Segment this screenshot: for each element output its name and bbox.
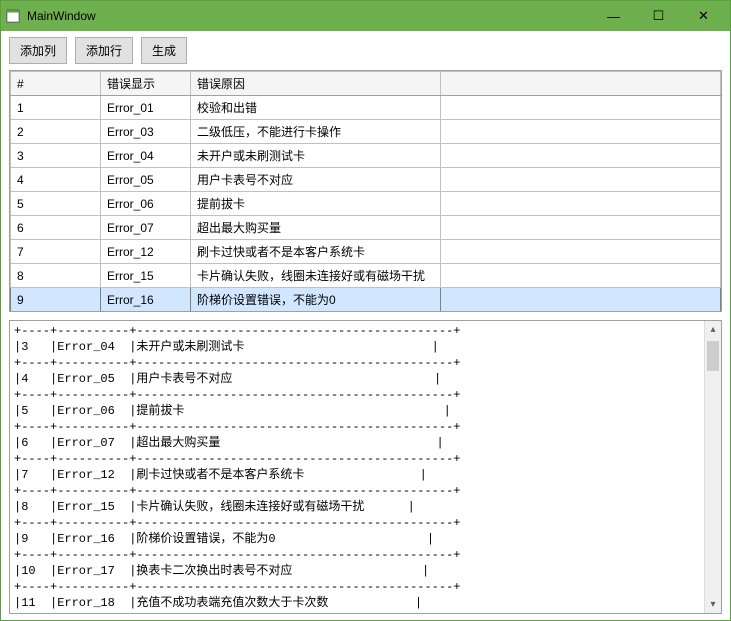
cell-extra[interactable]: [441, 120, 721, 144]
scroll-thumb[interactable]: [707, 341, 719, 371]
minimize-icon: —: [607, 9, 620, 24]
col-header-reason[interactable]: 错误原因: [191, 72, 441, 96]
table-row[interactable]: 10Error_17换表卡二次换出时表号不对应: [11, 312, 721, 313]
cell-extra[interactable]: [441, 144, 721, 168]
table-row[interactable]: 7Error_12刷卡过快或者不是本客户系统卡: [11, 240, 721, 264]
cell-extra[interactable]: [441, 312, 721, 313]
cell-index[interactable]: 10: [11, 312, 101, 313]
table-row[interactable]: 4Error_05用户卡表号不对应: [11, 168, 721, 192]
table-container[interactable]: # 错误显示 错误原因 1Error_01校验和出错2Error_03二级低压，…: [9, 70, 722, 312]
table-row[interactable]: 1Error_01校验和出错: [11, 96, 721, 120]
cell-msg[interactable]: 超出最大购买量: [191, 216, 441, 240]
close-icon: ✕: [698, 8, 709, 24]
maximize-button[interactable]: ☐: [636, 2, 681, 30]
close-button[interactable]: ✕: [681, 2, 726, 30]
cell-index[interactable]: 9: [11, 288, 101, 312]
output-text[interactable]: +----+----------+-----------------------…: [10, 321, 704, 613]
cell-index[interactable]: 2: [11, 120, 101, 144]
cell-extra[interactable]: [441, 264, 721, 288]
cell-msg[interactable]: 刷卡过快或者不是本客户系统卡: [191, 240, 441, 264]
titlebar[interactable]: MainWindow — ☐ ✕: [1, 1, 730, 31]
cell-code[interactable]: Error_06: [101, 192, 191, 216]
window-title: MainWindow: [27, 9, 411, 23]
table-row[interactable]: 6Error_07超出最大购买量: [11, 216, 721, 240]
cell-msg[interactable]: 用户卡表号不对应: [191, 168, 441, 192]
cell-extra[interactable]: [441, 96, 721, 120]
table-header-row: # 错误显示 错误原因: [11, 72, 721, 96]
cell-index[interactable]: 8: [11, 264, 101, 288]
cell-msg[interactable]: 卡片确认失败，线圈未连接好或有磁场干扰: [191, 264, 441, 288]
minimize-button[interactable]: —: [591, 2, 636, 30]
table-row[interactable]: 8Error_15卡片确认失败，线圈未连接好或有磁场干扰: [11, 264, 721, 288]
table-row[interactable]: 9Error_16阶梯价设置错误，不能为0: [11, 288, 721, 312]
col-header-extra[interactable]: [441, 72, 721, 96]
cell-code[interactable]: Error_03: [101, 120, 191, 144]
scroll-down-arrow[interactable]: ▾: [705, 596, 721, 613]
cell-msg[interactable]: 换表卡二次换出时表号不对应: [191, 312, 441, 313]
cell-code[interactable]: Error_17: [101, 312, 191, 313]
output-container: +----+----------+-----------------------…: [9, 320, 722, 614]
cell-code[interactable]: Error_16: [101, 288, 191, 312]
cell-code[interactable]: Error_01: [101, 96, 191, 120]
toolbar: 添加列 添加行 生成: [1, 31, 730, 70]
add-row-button[interactable]: 添加行: [75, 37, 133, 64]
cell-index[interactable]: 6: [11, 216, 101, 240]
cell-extra[interactable]: [441, 192, 721, 216]
main-window: MainWindow — ☐ ✕ 添加列 添加行 生成 #: [0, 0, 731, 621]
cell-extra[interactable]: [441, 216, 721, 240]
maximize-icon: ☐: [653, 8, 665, 24]
cell-index[interactable]: 5: [11, 192, 101, 216]
cell-msg[interactable]: 二级低压，不能进行卡操作: [191, 120, 441, 144]
cell-index[interactable]: 1: [11, 96, 101, 120]
cell-index[interactable]: 3: [11, 144, 101, 168]
scroll-up-arrow[interactable]: ▴: [705, 321, 721, 338]
cell-index[interactable]: 4: [11, 168, 101, 192]
content-area: # 错误显示 错误原因 1Error_01校验和出错2Error_03二级低压，…: [1, 70, 730, 620]
table-row[interactable]: 5Error_06提前拔卡: [11, 192, 721, 216]
col-header-index[interactable]: #: [11, 72, 101, 96]
table-row[interactable]: 3Error_04未开户或未刷测试卡: [11, 144, 721, 168]
output-scrollbar[interactable]: ▴ ▾: [704, 321, 721, 613]
cell-extra[interactable]: [441, 168, 721, 192]
cell-code[interactable]: Error_15: [101, 264, 191, 288]
titlebar-buttons: — ☐ ✕: [411, 2, 726, 30]
cell-code[interactable]: Error_05: [101, 168, 191, 192]
cell-msg[interactable]: 未开户或未刷测试卡: [191, 144, 441, 168]
add-column-button[interactable]: 添加列: [9, 37, 67, 64]
cell-code[interactable]: Error_04: [101, 144, 191, 168]
generate-button[interactable]: 生成: [141, 37, 187, 64]
cell-extra[interactable]: [441, 288, 721, 312]
table-row[interactable]: 2Error_03二级低压，不能进行卡操作: [11, 120, 721, 144]
cell-msg[interactable]: 校验和出错: [191, 96, 441, 120]
cell-index[interactable]: 7: [11, 240, 101, 264]
cell-msg[interactable]: 阶梯价设置错误，不能为0: [191, 288, 441, 312]
cell-extra[interactable]: [441, 240, 721, 264]
cell-code[interactable]: Error_07: [101, 216, 191, 240]
cell-msg[interactable]: 提前拔卡: [191, 192, 441, 216]
app-icon: [5, 8, 21, 24]
error-table: # 错误显示 错误原因 1Error_01校验和出错2Error_03二级低压，…: [10, 71, 721, 312]
col-header-code[interactable]: 错误显示: [101, 72, 191, 96]
cell-code[interactable]: Error_12: [101, 240, 191, 264]
